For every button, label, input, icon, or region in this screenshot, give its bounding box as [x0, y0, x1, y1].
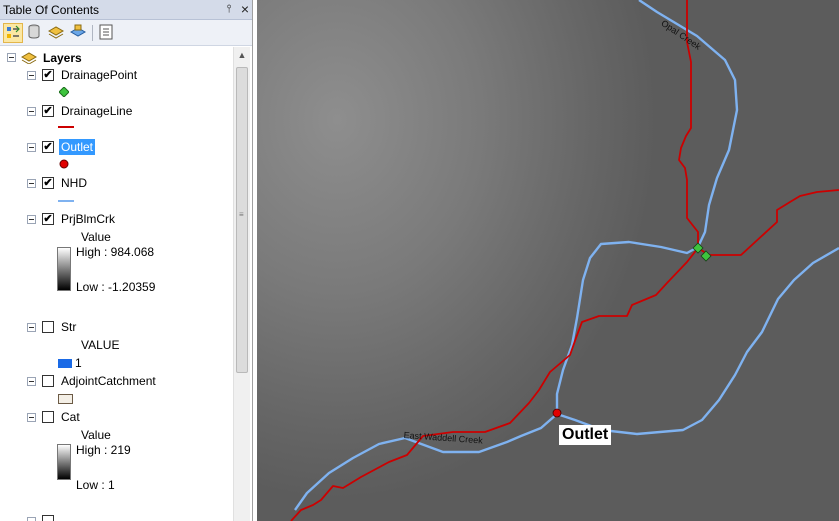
- layer-checkbox-drainageline[interactable]: ✔: [42, 105, 54, 117]
- expand-toggle[interactable]: [27, 377, 36, 386]
- expand-toggle[interactable]: [27, 71, 36, 80]
- options-icon[interactable]: [97, 23, 117, 43]
- toc-toolbar: [0, 20, 252, 46]
- elevation-color-ramp: [57, 247, 71, 291]
- expand-toggle[interactable]: [27, 413, 36, 422]
- legend-heading: Value: [81, 230, 111, 244]
- drainage-point-symbol: [59, 87, 69, 97]
- drainage-line-symbol: [58, 126, 74, 128]
- layer-checkbox-outlet[interactable]: ✔: [42, 141, 54, 153]
- toc-title-bar[interactable]: Table Of Contents ⫯ ×: [0, 0, 252, 20]
- catchment-fill-symbol: [58, 394, 73, 404]
- expand-toggle[interactable]: [7, 53, 16, 62]
- list-by-selection-icon[interactable]: [69, 23, 89, 43]
- outlet-marker: [552, 408, 562, 418]
- list-by-source-icon[interactable]: [25, 23, 45, 43]
- layer-label-adjointcatchment[interactable]: AdjointCatchment: [61, 374, 156, 388]
- legend-heading: Value: [81, 428, 111, 442]
- drainage-line-main: [290, 0, 699, 521]
- nhd-stream-opal-creek: [294, 0, 739, 511]
- outlet-point-symbol: [59, 159, 69, 169]
- toc-title: Table Of Contents: [3, 3, 100, 17]
- toc-scrollbar[interactable]: ▲ ≡: [233, 47, 250, 521]
- legend-high-label: High : 984.068: [76, 245, 155, 259]
- close-icon[interactable]: ×: [238, 2, 252, 17]
- expand-toggle[interactable]: [27, 179, 36, 188]
- list-by-visibility-icon[interactable]: [47, 23, 67, 43]
- layer-checkbox-drainagepoint[interactable]: ✔: [42, 69, 54, 81]
- scroll-up-arrow-icon[interactable]: ▲: [234, 47, 250, 64]
- layer-label-drainagepoint[interactable]: DrainagePoint: [61, 68, 137, 82]
- layer-checkbox-prjblmcrk[interactable]: ✔: [42, 213, 54, 225]
- map-canvas[interactable]: [257, 0, 839, 521]
- list-by-drawing-order-icon[interactable]: [3, 23, 23, 43]
- expand-toggle[interactable]: [27, 107, 36, 116]
- layer-label-cat[interactable]: Cat: [61, 410, 80, 424]
- nhd-stream-east-branch: [556, 246, 839, 436]
- scroll-thumb[interactable]: ≡: [236, 67, 248, 373]
- expand-toggle[interactable]: [27, 215, 36, 224]
- layer-checkbox-cat[interactable]: [42, 411, 54, 423]
- legend-low-label: Low : 1: [76, 478, 115, 492]
- layer-checkbox-adjointcatchment[interactable]: [42, 375, 54, 387]
- layer-tree: Layers ✔ DrainagePoint ✔ DrainageLine ✔ …: [0, 47, 233, 521]
- drainage-point-marker: [700, 250, 712, 262]
- legend-heading: VALUE: [81, 338, 120, 352]
- drainage-line-east: [697, 189, 839, 256]
- legend-high-label: High : 219: [76, 443, 131, 457]
- pin-icon[interactable]: ⫯: [222, 2, 236, 17]
- expand-toggle[interactable]: [27, 143, 36, 152]
- legend-low-label: Low : -1.20359: [76, 280, 156, 294]
- map-label-outlet: Outlet: [559, 425, 612, 445]
- layers-icon: [21, 52, 37, 64]
- layer-label-nhd[interactable]: NHD: [61, 176, 87, 190]
- layer-checkbox-nhd[interactable]: ✔: [42, 177, 54, 189]
- layer-checkbox-next[interactable]: [42, 515, 54, 521]
- expand-toggle[interactable]: [27, 323, 36, 332]
- map-view[interactable]: Opal Creek East Waddell Creek Outlet: [257, 0, 839, 521]
- layer-checkbox-str[interactable]: [42, 321, 54, 333]
- layer-label-prjblmcrk[interactable]: PrjBlmCrk: [61, 212, 115, 226]
- nhd-line-symbol: [58, 200, 74, 202]
- layers-root-label[interactable]: Layers: [43, 51, 82, 65]
- catchment-color-ramp: [57, 444, 71, 480]
- str-class-swatch: [58, 359, 72, 368]
- table-of-contents-panel: Table Of Contents ⫯ × Layers ✔ DrainageP…: [0, 0, 253, 521]
- grip-icon: ≡: [239, 210, 244, 219]
- layer-label-drainageline[interactable]: DrainageLine: [61, 104, 132, 118]
- expand-toggle[interactable]: [27, 517, 36, 521]
- layer-label-str[interactable]: Str: [61, 320, 76, 334]
- layer-label-outlet[interactable]: Outlet: [59, 139, 96, 155]
- toolbar-separator: [92, 25, 93, 41]
- legend-class-label: 1: [75, 356, 82, 370]
